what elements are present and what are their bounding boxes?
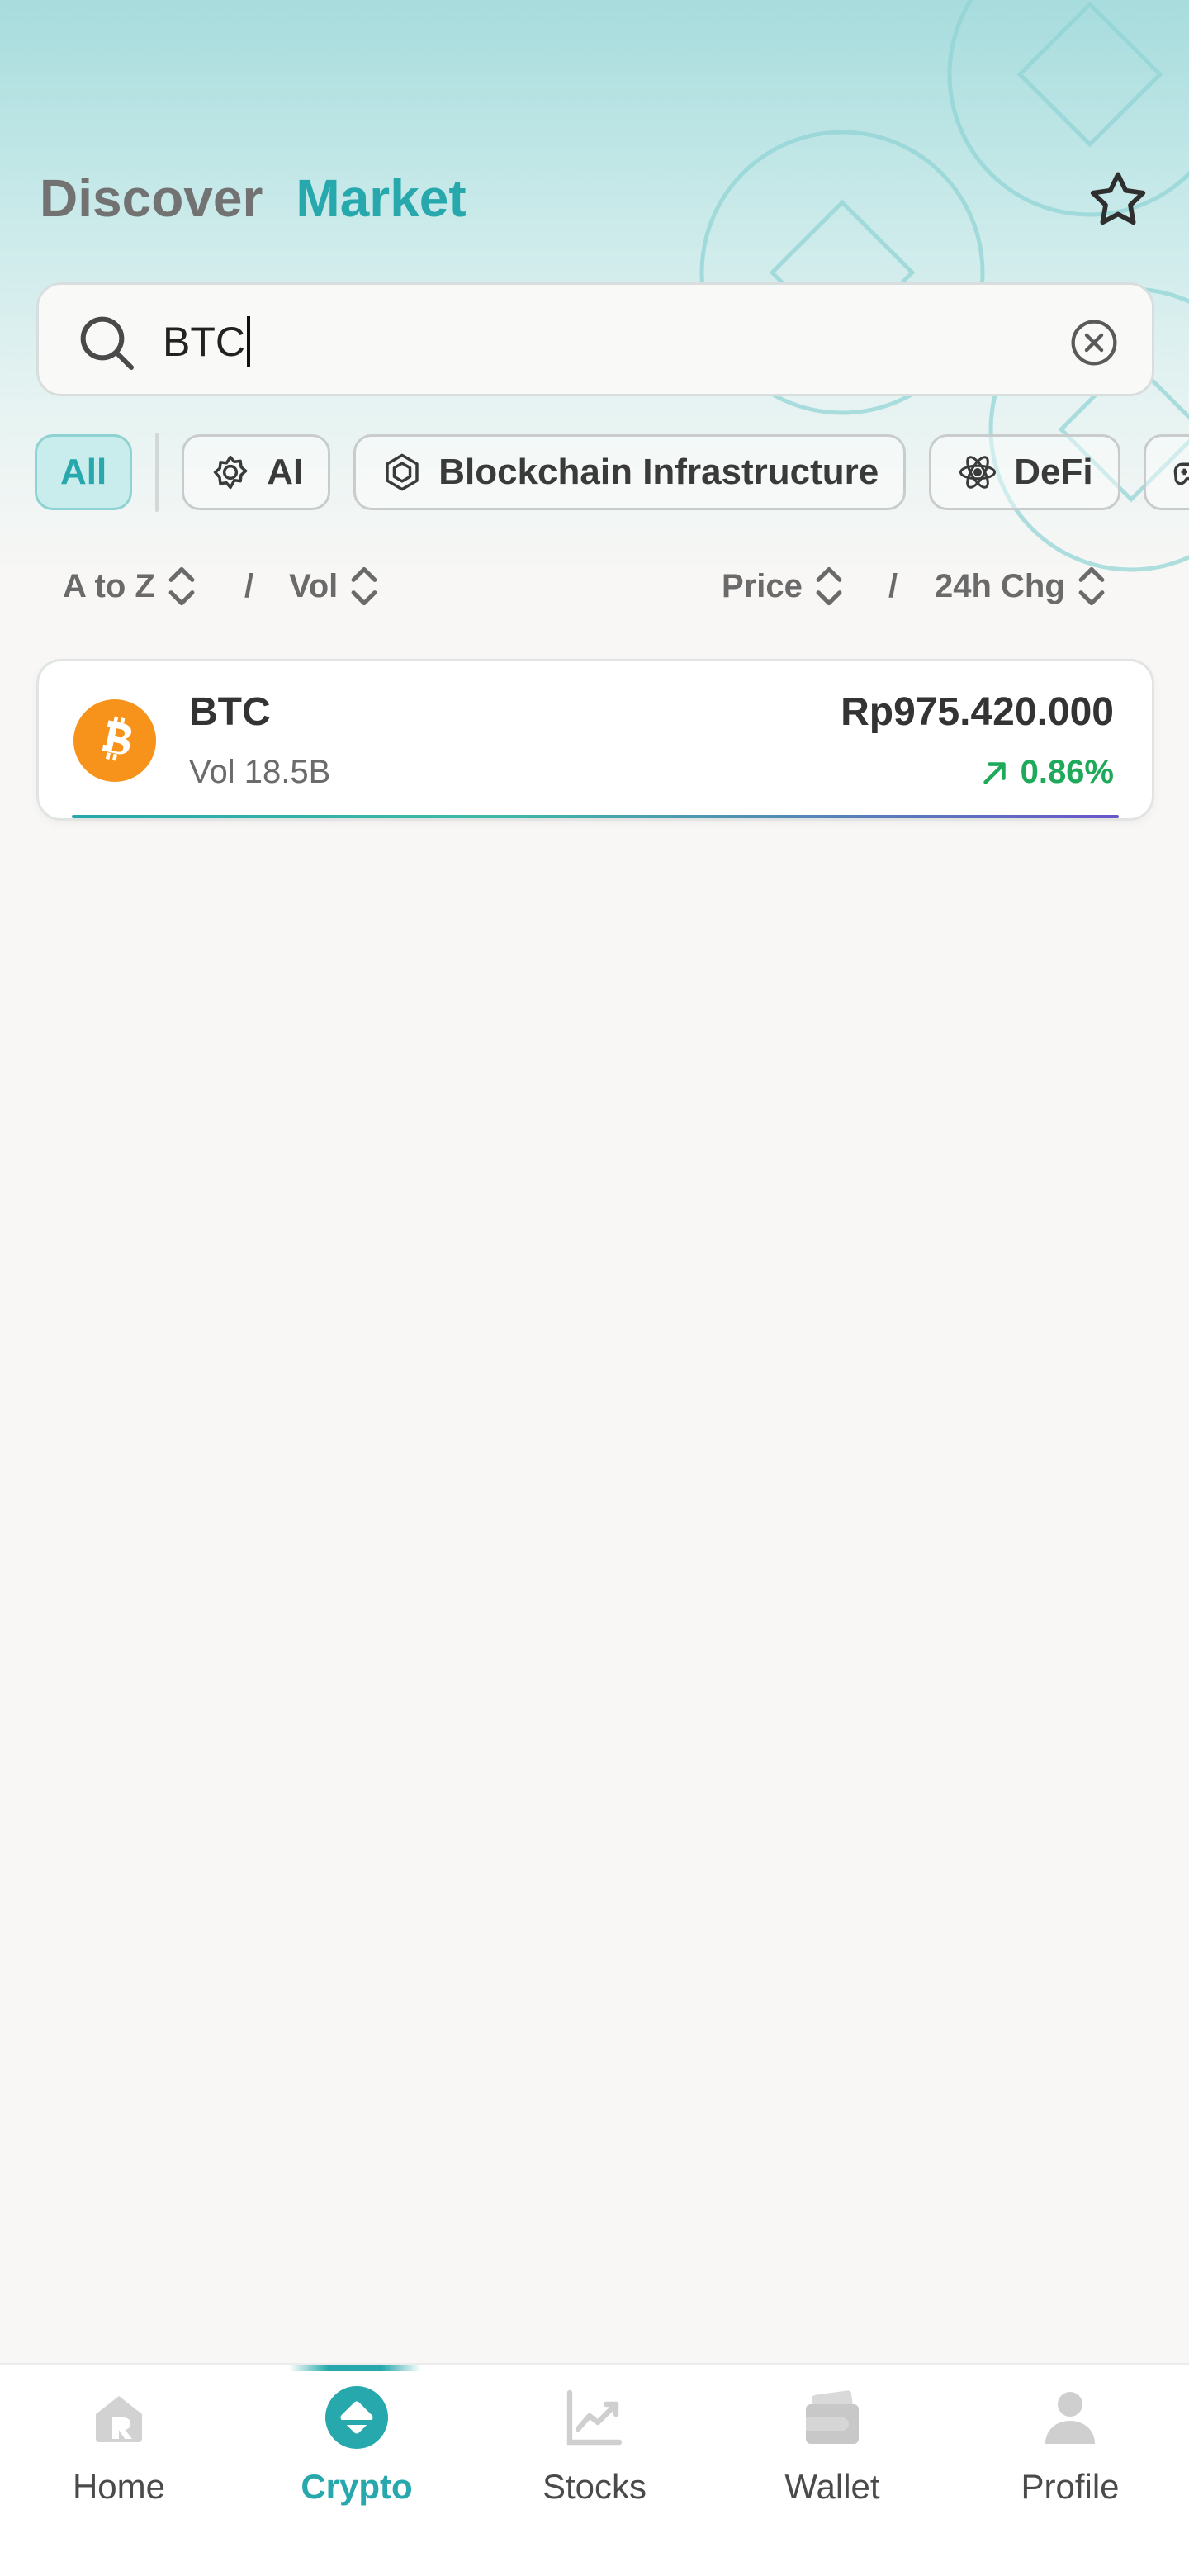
search-field-text[interactable]: BTC bbox=[163, 315, 250, 369]
chip-label: All bbox=[60, 452, 107, 492]
search-value: BTC bbox=[163, 319, 245, 365]
chip-divider bbox=[155, 433, 159, 512]
stocks-chart-icon bbox=[566, 2389, 623, 2446]
gamepad-icon bbox=[1173, 462, 1189, 485]
nav-stocks-label: Stocks bbox=[542, 2467, 647, 2506]
sort-separator: / bbox=[244, 567, 254, 604]
sort-chevrons-icon bbox=[816, 566, 842, 606]
coin-change: 0.86% bbox=[979, 754, 1114, 791]
sort-name-label: A to Z bbox=[63, 567, 155, 604]
chip-all[interactable]: All bbox=[35, 434, 133, 510]
nav-profile[interactable]: Profile bbox=[951, 2365, 1189, 2576]
sort-separator: / bbox=[888, 567, 898, 604]
sort-volume-label: Vol bbox=[289, 567, 339, 604]
sort-volume-button[interactable]: Vol bbox=[289, 561, 379, 611]
nav-stocks[interactable]: Stocks bbox=[476, 2365, 713, 2576]
coin-symbol: BTC bbox=[189, 690, 271, 734]
sort-change-button[interactable]: 24h Chg bbox=[935, 561, 1106, 611]
nav-home-label: Home bbox=[72, 2467, 166, 2506]
coin-change-value: 0.86% bbox=[1020, 754, 1114, 790]
chip-defi[interactable]: DeFi bbox=[929, 434, 1120, 510]
sort-price-button[interactable]: Price bbox=[722, 561, 844, 611]
profile-icon bbox=[1045, 2392, 1095, 2444]
nav-profile-label: Profile bbox=[1021, 2467, 1120, 2506]
sort-price-label: Price bbox=[722, 567, 803, 604]
atom-icon bbox=[959, 456, 997, 489]
search-input[interactable]: BTC bbox=[36, 282, 1154, 396]
sort-chevrons-icon bbox=[351, 566, 377, 606]
clear-circle-icon[interactable] bbox=[1068, 316, 1120, 369]
nav-crypto[interactable]: Crypto bbox=[238, 2365, 476, 2576]
bitcoin-logo-icon bbox=[73, 699, 156, 782]
arrow-up-right-icon bbox=[983, 761, 1006, 784]
chip-label: Blockchain Infrastructure bbox=[438, 452, 879, 492]
sort-controls: A to Z / Vol Price / 24h Chg bbox=[63, 561, 1128, 611]
nav-home[interactable]: Home bbox=[0, 2365, 238, 2576]
nav-wallet-label: Wallet bbox=[784, 2467, 880, 2506]
cube-icon bbox=[386, 453, 419, 491]
wallet-icon bbox=[806, 2390, 859, 2444]
sort-change-label: 24h Chg bbox=[935, 567, 1065, 604]
home-icon bbox=[96, 2396, 142, 2442]
chip-gaming[interactable] bbox=[1143, 434, 1189, 510]
text-caret bbox=[247, 316, 250, 367]
header-tabs: Discover Market bbox=[40, 165, 467, 231]
sort-chevrons-icon bbox=[1078, 566, 1105, 606]
coin-list-item[interactable]: BTC Vol 18.5B Rp975.420.000 0.86% bbox=[36, 659, 1154, 821]
crypto-icon bbox=[325, 2386, 388, 2449]
chip-ai[interactable]: AI bbox=[182, 434, 331, 510]
tab-discover[interactable]: Discover bbox=[40, 168, 263, 229]
sort-chevrons-icon bbox=[168, 566, 195, 606]
nav-wallet[interactable]: Wallet bbox=[713, 2365, 951, 2576]
star-outline-icon[interactable] bbox=[1085, 167, 1151, 233]
chip-label: AI bbox=[267, 452, 304, 492]
category-filter-chips: All AI Blockchain Infrastructure DeFi bbox=[35, 433, 1189, 512]
bottom-navigation: Home Crypto Stocks Wallet Profile bbox=[0, 2363, 1189, 2576]
sort-name-button[interactable]: A to Z bbox=[63, 561, 197, 611]
chip-blockchain-infrastructure[interactable]: Blockchain Infrastructure bbox=[353, 434, 907, 510]
nav-crypto-label: Crypto bbox=[301, 2467, 413, 2506]
coin-price: Rp975.420.000 bbox=[841, 690, 1114, 734]
search-icon bbox=[80, 316, 134, 370]
chip-label: DeFi bbox=[1014, 452, 1093, 492]
coin-volume: Vol 18.5B bbox=[189, 754, 331, 790]
tab-market[interactable]: Market bbox=[296, 168, 466, 229]
ai-chip-icon bbox=[214, 455, 248, 490]
